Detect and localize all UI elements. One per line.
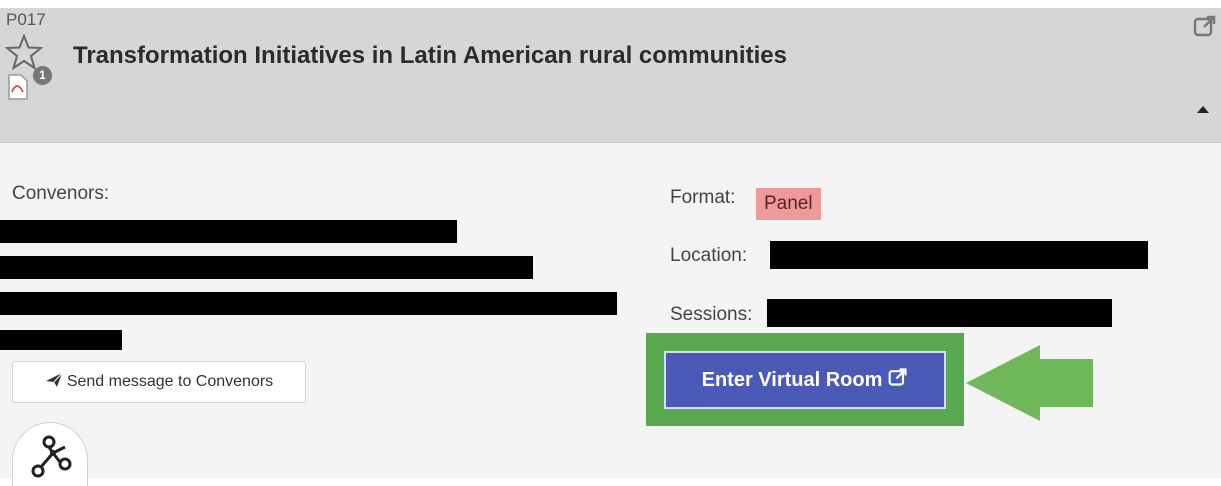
external-link-icon[interactable] [1193, 14, 1217, 43]
collapse-icon[interactable] [1197, 106, 1209, 113]
pdf-icon[interactable] [7, 74, 29, 105]
enter-virtual-room-button[interactable]: Enter Virtual Room [664, 351, 946, 409]
format-badge: Panel [756, 188, 821, 220]
location-label: Location: [670, 245, 748, 266]
panel-code: P017 [6, 10, 46, 29]
panel-title: Transformation Initiatives in Latin Amer… [73, 42, 787, 69]
network-graph-icon [31, 435, 72, 478]
enter-virtual-room-label: Enter Virtual Room [701, 368, 883, 391]
panel-card: P017 1 Transformation Initiatives in Lat… [0, 8, 1221, 486]
green-arrow-annotation [963, 342, 1098, 429]
external-link-icon [888, 367, 908, 393]
convenors-label: Convenors: [12, 183, 110, 204]
send-icon [45, 372, 63, 393]
redacted-convenor [0, 220, 457, 243]
send-message-button[interactable]: Send message to Convenors [12, 361, 306, 403]
panel-header: P017 1 Transformation Initiatives in Lat… [0, 8, 1221, 143]
redacted-convenor [0, 256, 533, 279]
send-message-label: Send message to Convenors [66, 373, 274, 390]
redacted-convenor [0, 330, 122, 350]
format-label: Format: [670, 187, 736, 208]
redacted-convenor [0, 292, 617, 315]
redacted-sessions [767, 299, 1112, 327]
sessions-label: Sessions: [670, 304, 753, 325]
network-graph-button[interactable] [12, 422, 88, 486]
attachment-count-badge: 1 [33, 66, 52, 85]
redacted-location [770, 241, 1148, 269]
